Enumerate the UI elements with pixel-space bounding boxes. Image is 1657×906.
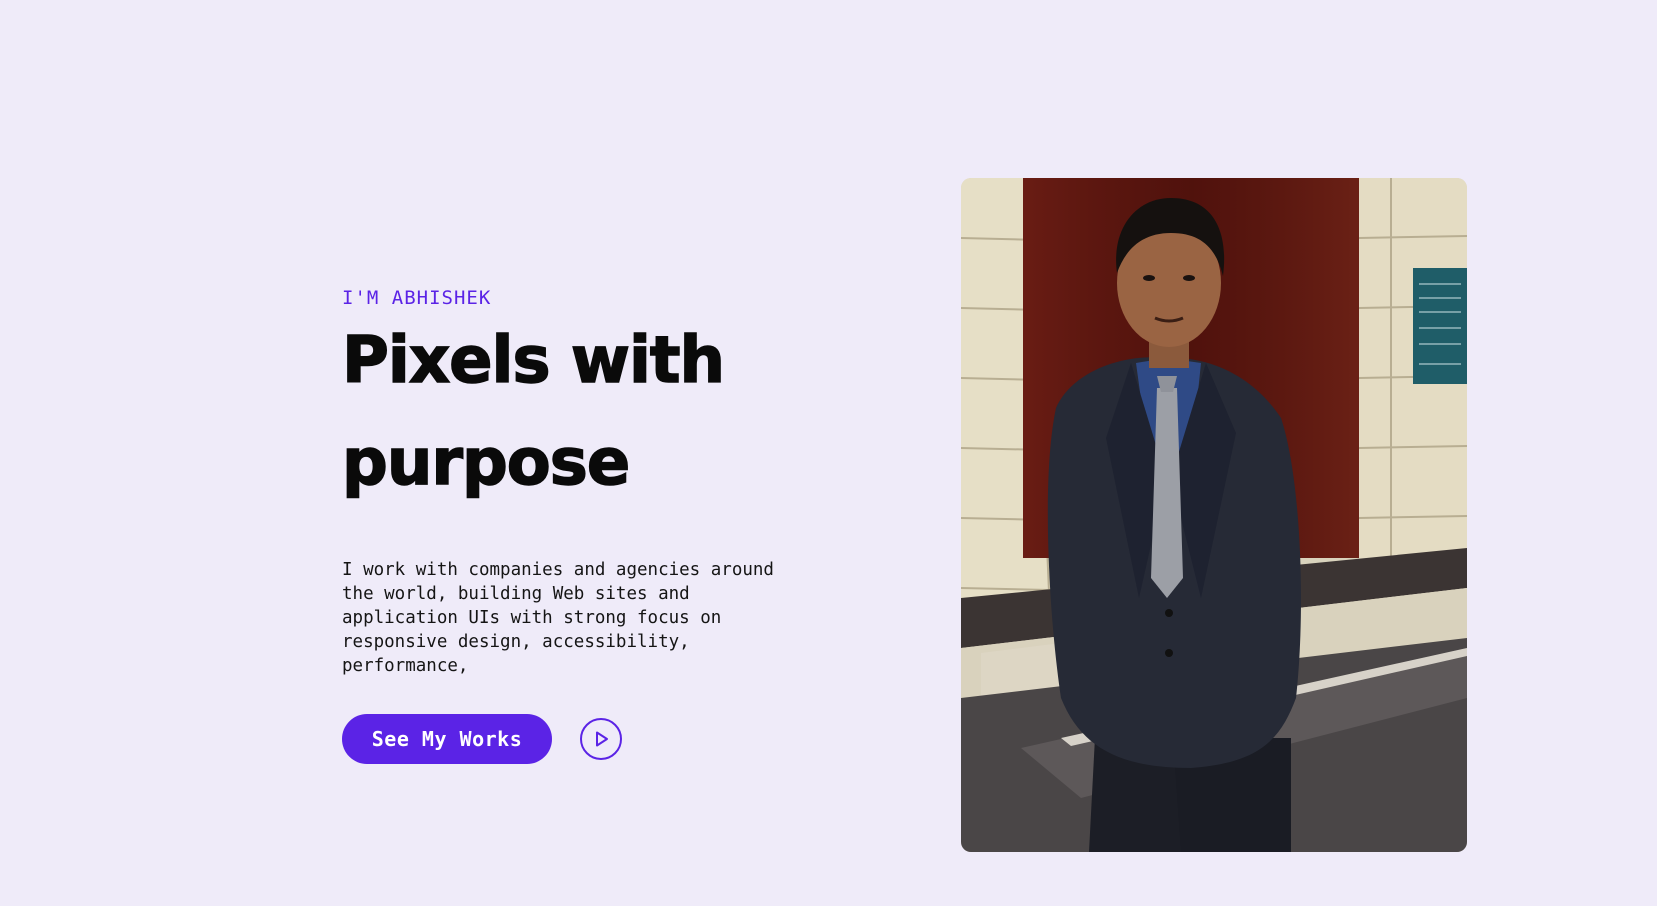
portrait-photo — [961, 178, 1467, 852]
see-my-works-button[interactable]: See My Works — [342, 714, 552, 764]
intro-eyebrow: I'M ABHISHEK — [342, 287, 492, 309]
play-circle-icon — [596, 731, 608, 747]
hero-section: I'M ABHISHEK Pixels with purpose I work … — [0, 0, 1657, 906]
headline-line-1: Pixels with — [341, 323, 726, 399]
hero-actions: See My Works — [342, 714, 802, 764]
hero-headline: Pixels with purpose — [341, 310, 802, 514]
hero-intro: I'M ABHISHEK Pixels with purpose I work … — [341, 286, 802, 764]
hero-description: I work with companies and agencies aroun… — [342, 560, 774, 676]
portrait-image — [961, 178, 1467, 852]
play-video-button[interactable] — [580, 718, 622, 760]
headline-line-2: purpose — [341, 425, 631, 501]
